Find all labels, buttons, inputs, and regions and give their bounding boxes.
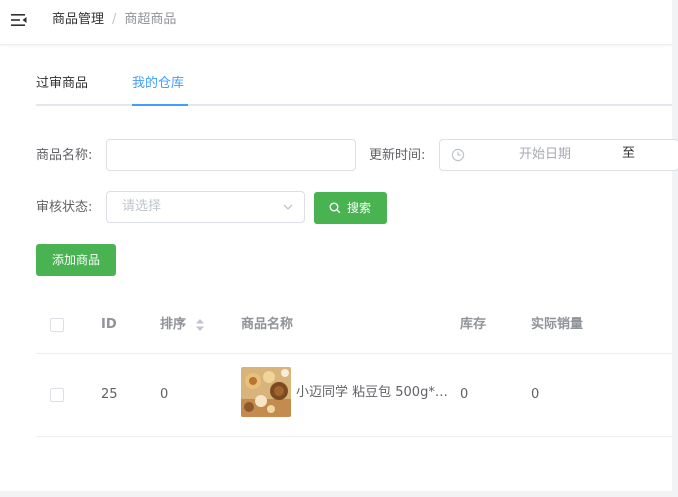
column-header-product-name: 商品名称: [241, 317, 294, 332]
breadcrumb-separator: /: [112, 12, 117, 27]
product-name-label: 商品名称:: [36, 148, 93, 163]
table-header: ID 排序 商品名称 库存 实际销量: [36, 300, 672, 354]
tab-my-warehouse[interactable]: 我的仓库: [132, 76, 184, 92]
review-status-placeholder: 请选择: [122, 199, 162, 214]
add-product-button-label: 添加商品: [51, 253, 100, 267]
cell-id: 25: [101, 387, 118, 402]
tab-approved-products[interactable]: 过审商品: [36, 76, 88, 92]
cell-actual-sales: 0: [531, 387, 540, 402]
product-name-input[interactable]: [107, 140, 355, 170]
row-checkbox[interactable]: [50, 388, 64, 402]
select-all-checkbox[interactable]: [50, 318, 64, 332]
search-button-label: 搜索: [347, 201, 372, 215]
table-row[interactable]: 25 0 小迈同学 粘豆包 500g*… 0 0: [36, 354, 672, 437]
review-status-select[interactable]: 请选择: [106, 191, 305, 223]
review-status-label: 审核状态:: [36, 200, 93, 215]
date-range-separator: 至: [622, 146, 636, 161]
search-icon: [329, 202, 341, 214]
column-header-sort[interactable]: 排序: [160, 317, 186, 333]
column-header-actual-sales: 实际销量: [531, 317, 584, 332]
menu-fold-icon[interactable]: [10, 12, 28, 28]
product-name-field: [106, 139, 356, 171]
update-time-range-picker[interactable]: 开始日期 至: [439, 139, 678, 171]
scrollbar-track[interactable]: [672, 0, 678, 497]
cell-product-name: 小迈同学 粘豆包 500g*…: [296, 385, 448, 400]
add-product-button[interactable]: 添加商品: [36, 244, 116, 276]
cell-sort: 0: [160, 387, 169, 402]
tab-bar: 过审商品 我的仓库: [36, 64, 672, 106]
update-time-label: 更新时间:: [369, 148, 426, 163]
top-navbar: 商品管理 / 商超商品: [0, 0, 672, 45]
column-header-id: ID: [101, 317, 117, 332]
product-thumbnail: [241, 367, 291, 417]
active-tab-indicator: [132, 104, 188, 106]
breadcrumb-item-supermarket-products: 商超商品: [124, 12, 177, 27]
breadcrumb-item-product-management[interactable]: 商品管理: [52, 12, 104, 27]
clock-icon: [451, 148, 465, 162]
start-date-input[interactable]: 开始日期: [490, 147, 600, 163]
chevron-down-icon: [282, 201, 294, 213]
search-button[interactable]: 搜索: [314, 192, 387, 224]
cell-stock: 0: [460, 387, 469, 402]
sort-icon[interactable]: [195, 318, 205, 332]
page-bottom-edge: [0, 491, 672, 497]
column-header-stock: 库存: [460, 317, 487, 332]
breadcrumb: 商品管理 / 商超商品: [52, 12, 176, 28]
product-table: ID 排序 商品名称 库存 实际销量 25 0 小迈同学 粘豆包 500g*… …: [36, 300, 672, 437]
